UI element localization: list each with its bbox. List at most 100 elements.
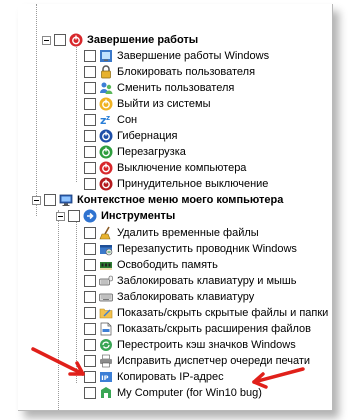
tree-guide [76, 218, 77, 383]
power-button-icon [69, 33, 83, 47]
item-label: Показать/скрыть скрытые файлы и папки [117, 307, 329, 319]
settings-tree-panel: Завершение работы Завершение работы Wind… [18, 4, 333, 411]
tree-item-sleep[interactable]: zz Сон [84, 112, 137, 128]
item-label: Сон [117, 114, 138, 126]
tree-item-copy-ip[interactable]: IP Копировать IP-адрес [84, 369, 224, 385]
item-checkbox[interactable] [84, 243, 96, 255]
memory-icon [99, 258, 113, 272]
item-label: Принудительное выключение [117, 178, 269, 190]
item-checkbox[interactable] [84, 227, 96, 239]
tree-node-label: Контекстное меню моего компьютера [77, 194, 284, 206]
printer-icon [99, 354, 113, 368]
tree-item-force-shutdown[interactable]: Принудительное выключение [84, 176, 268, 192]
tree-item-hibernate[interactable]: Гибернация [84, 128, 178, 144]
item-label: Завершение работы Windows [117, 50, 270, 62]
shutdown-windows-icon [99, 49, 113, 63]
item-label: Удалить временные файлы [117, 227, 259, 239]
tree-node-label: Инструменты [101, 210, 176, 222]
item-label: Выйти из системы [117, 98, 211, 110]
ip-address-icon: IP [99, 370, 113, 384]
item-checkbox[interactable] [84, 98, 96, 110]
tree-node-label: Завершение работы [87, 34, 199, 46]
item-checkbox[interactable] [84, 130, 96, 142]
monitor-icon [59, 193, 73, 207]
item-label: Гибернация [117, 130, 178, 142]
tree-node-tools[interactable]: Инструменты [56, 208, 175, 224]
tree-item-toggle-extensions[interactable]: Показать/скрыть расширения файлов [84, 321, 311, 337]
sleep-icon: zz [99, 113, 113, 127]
item-checkbox[interactable] [84, 307, 96, 319]
item-label: Освободить память [117, 259, 218, 271]
keyboard-mouse-icon [99, 274, 113, 288]
force-shutdown-icon [99, 177, 113, 191]
tree-item-toggle-hidden-files[interactable]: Показать/скрыть скрытые файлы и папки [84, 305, 328, 321]
tree-guide [36, 4, 37, 216]
tree-item-switch-user[interactable]: Сменить пользователя [84, 80, 234, 96]
item-checkbox[interactable] [84, 82, 96, 94]
item-label: Заблокировать клавиатуру и мышь [117, 275, 297, 287]
item-checkbox[interactable] [84, 178, 96, 190]
broom-icon [99, 226, 113, 240]
item-label: Перестроить кэш значков Windows [117, 339, 296, 351]
tree-item-restart-explorer[interactable]: Перезапустить проводник Windows [84, 241, 297, 257]
item-checkbox[interactable] [84, 355, 96, 367]
power-off-icon [99, 161, 113, 175]
collapse-toggle[interactable] [32, 195, 41, 205]
item-checkbox[interactable] [84, 259, 96, 271]
collapse-toggle[interactable] [56, 211, 65, 221]
item-checkbox[interactable] [84, 275, 96, 287]
item-checkbox[interactable] [84, 50, 96, 62]
item-label: Перезапустить проводник Windows [117, 243, 297, 255]
item-label: Копировать IP-адрес [117, 371, 224, 383]
item-checkbox[interactable] [84, 66, 96, 78]
svg-text:z: z [106, 114, 110, 122]
item-checkbox[interactable] [84, 291, 96, 303]
my-computer-icon [99, 386, 113, 400]
item-label: Выключение компьютера [117, 162, 247, 174]
lock-user-icon [99, 65, 113, 79]
tree-guide [76, 44, 77, 182]
arrow-right-icon [83, 209, 97, 223]
explorer-icon [99, 242, 113, 256]
item-label: Блокировать пользователя [117, 66, 256, 78]
tree-item-delete-temp[interactable]: Удалить временные файлы [84, 225, 259, 241]
hibernate-icon [99, 129, 113, 143]
item-label: My Computer (for Win10 bug) [117, 387, 262, 399]
item-label: Показать/скрыть расширения файлов [117, 323, 311, 335]
tree-item-power-off[interactable]: Выключение компьютера [84, 160, 246, 176]
item-checkbox[interactable] [84, 162, 96, 174]
item-checkbox[interactable] [84, 323, 96, 335]
tree-node-shutdown[interactable]: Завершение работы [42, 32, 198, 48]
tree-item-lock-keyboard[interactable]: Заблокировать клавиатуру [84, 289, 254, 305]
switch-user-icon [99, 81, 113, 95]
item-label: Заблокировать клавиатуру [117, 291, 255, 303]
tree-item-rebuild-icon-cache[interactable]: Перестроить кэш значков Windows [84, 337, 296, 353]
tree-item-shutdown-windows[interactable]: Завершение работы Windows [84, 48, 269, 64]
collapse-toggle[interactable] [42, 35, 51, 45]
file-extensions-icon [99, 322, 113, 336]
keyboard-icon [99, 290, 113, 304]
tree-item-free-memory[interactable]: Освободить память [84, 257, 218, 273]
item-checkbox[interactable] [84, 387, 96, 399]
item-checkbox[interactable] [84, 146, 96, 158]
hidden-files-icon [99, 306, 113, 320]
tools-group-checkbox[interactable] [68, 210, 80, 222]
context-menu-group-checkbox[interactable] [44, 194, 56, 206]
tree-item-restart[interactable]: Перезагрузка [84, 144, 186, 160]
item-checkbox[interactable] [84, 339, 96, 351]
tree-node-context-menu[interactable]: Контекстное меню моего компьютера [32, 192, 283, 208]
tree-item-fix-print-spooler[interactable]: Исправить диспетчер очереди печати [84, 353, 310, 369]
icon-cache-icon [99, 338, 113, 352]
logoff-icon [99, 97, 113, 111]
item-label: Исправить диспетчер очереди печати [117, 355, 311, 367]
item-checkbox[interactable] [84, 114, 96, 126]
tree-item-lock-keyboard-mouse[interactable]: Заблокировать клавиатуру и мышь [84, 273, 297, 289]
tree-guide [58, 210, 59, 410]
item-label: Сменить пользователя [117, 82, 235, 94]
item-checkbox[interactable] [84, 371, 96, 383]
tree-item-lock-user[interactable]: Блокировать пользователя [84, 64, 255, 80]
tree-item-logoff[interactable]: Выйти из системы [84, 96, 211, 112]
tree-item-my-computer[interactable]: My Computer (for Win10 bug) [84, 385, 262, 401]
restart-icon [99, 145, 113, 159]
shutdown-group-checkbox[interactable] [54, 34, 66, 46]
